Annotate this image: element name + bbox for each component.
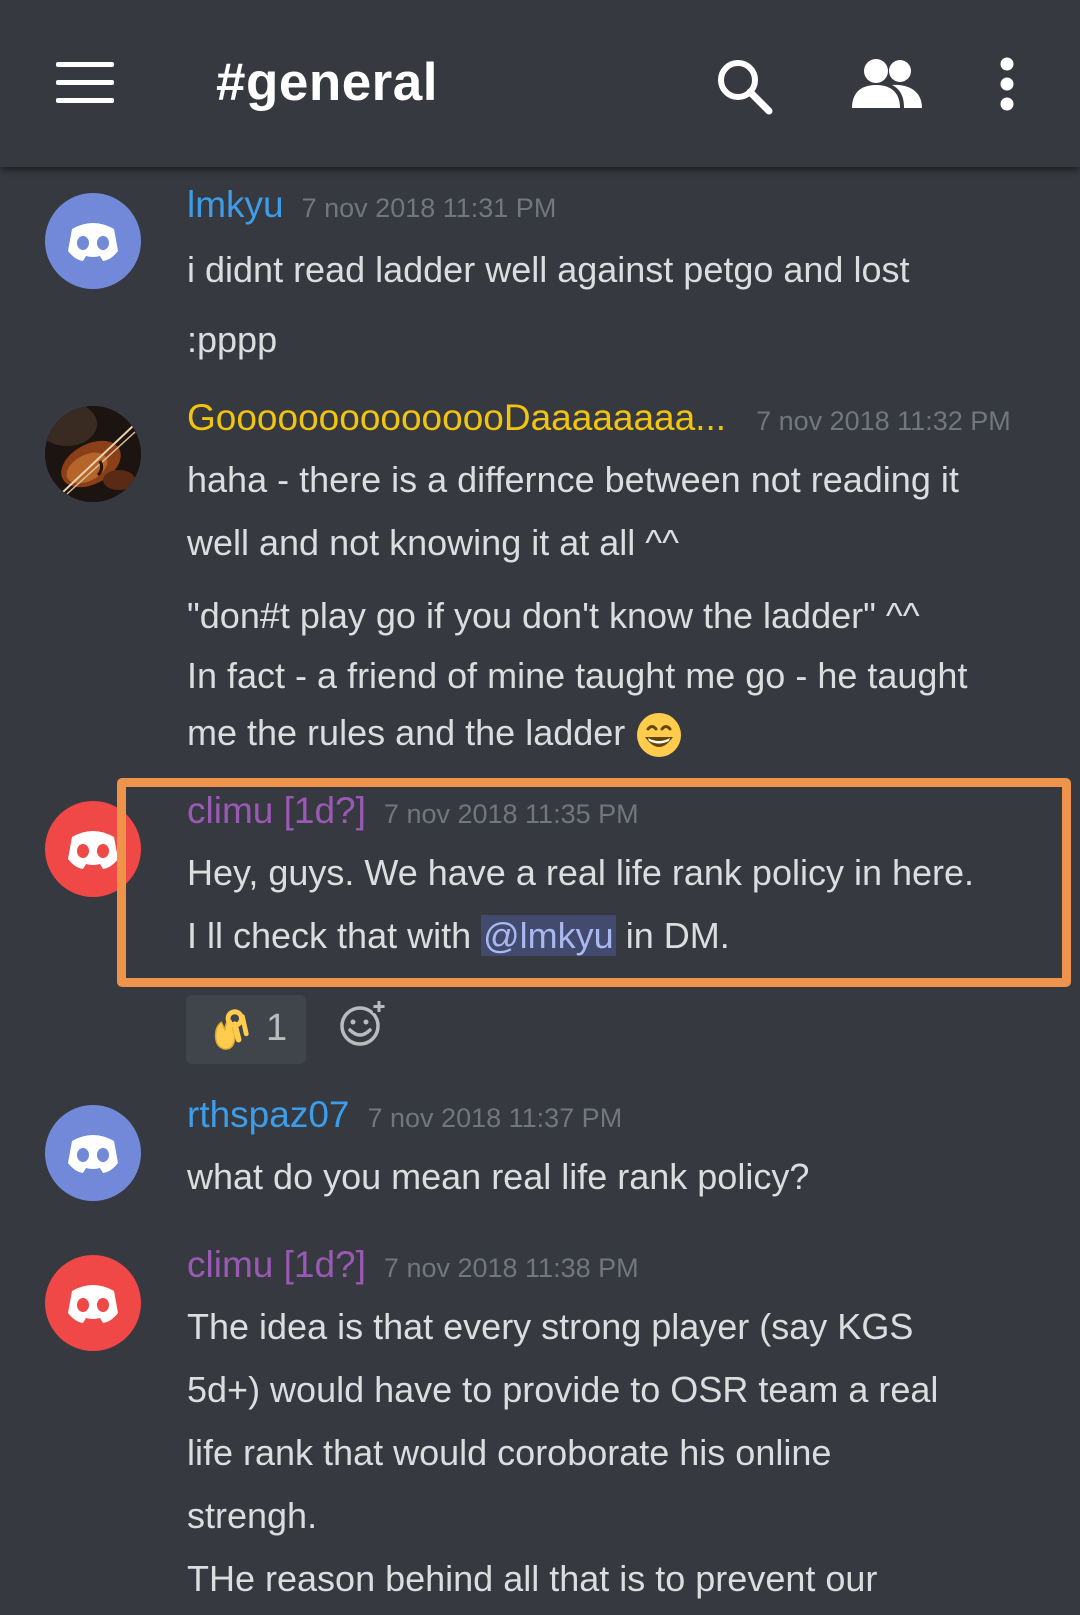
- message-line: THe reason behind all that is to prevent…: [187, 1558, 878, 1599]
- search-icon[interactable]: [714, 56, 774, 116]
- channel-title: #general: [216, 53, 439, 112]
- message-text: i didnt read ladder well against petgo a…: [187, 235, 1047, 375]
- user-mention[interactable]: @lmkyu: [481, 915, 616, 956]
- timestamp: 7 nov 2018 11:37 PM: [367, 1103, 623, 1133]
- discord-logo-icon: [68, 1285, 118, 1323]
- message-line: :pppp: [187, 319, 278, 360]
- violin-avatar-image: [45, 406, 141, 502]
- add-reaction-icon[interactable]: [338, 1000, 386, 1048]
- username[interactable]: rthspaz07: [187, 1094, 350, 1135]
- avatar[interactable]: [45, 1255, 141, 1351]
- message-line-text: me the rules and the ladder: [187, 712, 626, 753]
- message-line: The idea is that every strong player (sa…: [187, 1306, 914, 1347]
- message-line: 5d+) would have to provide to OSR team a…: [187, 1369, 939, 1410]
- reaction-count: 1: [266, 1007, 288, 1049]
- timestamp: 7 nov 2018 11:31 PM: [301, 193, 557, 223]
- message-text: The idea is that every strong player (sa…: [187, 1295, 1047, 1610]
- message-line: Hey, guys. We have a real life rank poli…: [187, 852, 975, 893]
- message-line: well and not knowing it at all ^^: [187, 522, 680, 563]
- username[interactable]: GooooooooooooooDaaaaaaaa...: [187, 397, 726, 438]
- message-line: life rank that would coroborate his onli…: [187, 1432, 832, 1473]
- message-text: what do you mean real life rank policy?: [187, 1145, 1047, 1208]
- reaction-ok-hand[interactable]: 1: [186, 995, 306, 1064]
- message-line: "don#t play go if you don't know the lad…: [187, 595, 920, 636]
- discord-logo-icon: [68, 1135, 118, 1173]
- discord-logo-icon: [68, 223, 118, 261]
- more-vertical-icon[interactable]: [998, 56, 1016, 112]
- message-line: haha - there is a differnce between not …: [187, 459, 959, 500]
- message-line-text: I ll check that with: [187, 915, 482, 956]
- timestamp: 7 nov 2018 11:38 PM: [383, 1253, 639, 1283]
- hamburger-menu-icon[interactable]: [56, 62, 114, 104]
- timestamp: 7 nov 2018 11:32 PM: [756, 406, 1011, 436]
- avatar[interactable]: [45, 1105, 141, 1201]
- discord-logo-icon: [68, 831, 118, 869]
- message-text: Hey, guys. We have a real life rank poli…: [187, 841, 1047, 967]
- avatar[interactable]: [45, 801, 141, 897]
- members-icon[interactable]: [852, 58, 922, 110]
- message-line: what do you mean real life rank policy?: [187, 1156, 810, 1197]
- username[interactable]: lmkyu: [187, 184, 284, 225]
- username[interactable]: climu [1d?]: [187, 1244, 366, 1285]
- message-line: I ll check that with @lmkyu in DM.: [187, 904, 1047, 967]
- ok-hand-emoji: [214, 1009, 249, 1050]
- grinning-face-emoji[interactable]: [635, 711, 683, 759]
- message-line-text: in DM.: [615, 915, 730, 956]
- message-line: i didnt read ladder well against petgo a…: [187, 249, 910, 290]
- message-line: me the rules and the ladder: [187, 701, 1047, 764]
- message-line: In fact - a friend of mine taught me go …: [187, 655, 968, 696]
- timestamp: 7 nov 2018 11:35 PM: [383, 799, 639, 829]
- avatar[interactable]: [45, 406, 141, 502]
- username[interactable]: climu [1d?]: [187, 790, 366, 831]
- message-line: strengh.: [187, 1495, 318, 1536]
- avatar[interactable]: [45, 193, 141, 289]
- channel-header: #general: [0, 0, 1080, 167]
- message-text: haha - there is a differnce between not …: [187, 448, 1047, 764]
